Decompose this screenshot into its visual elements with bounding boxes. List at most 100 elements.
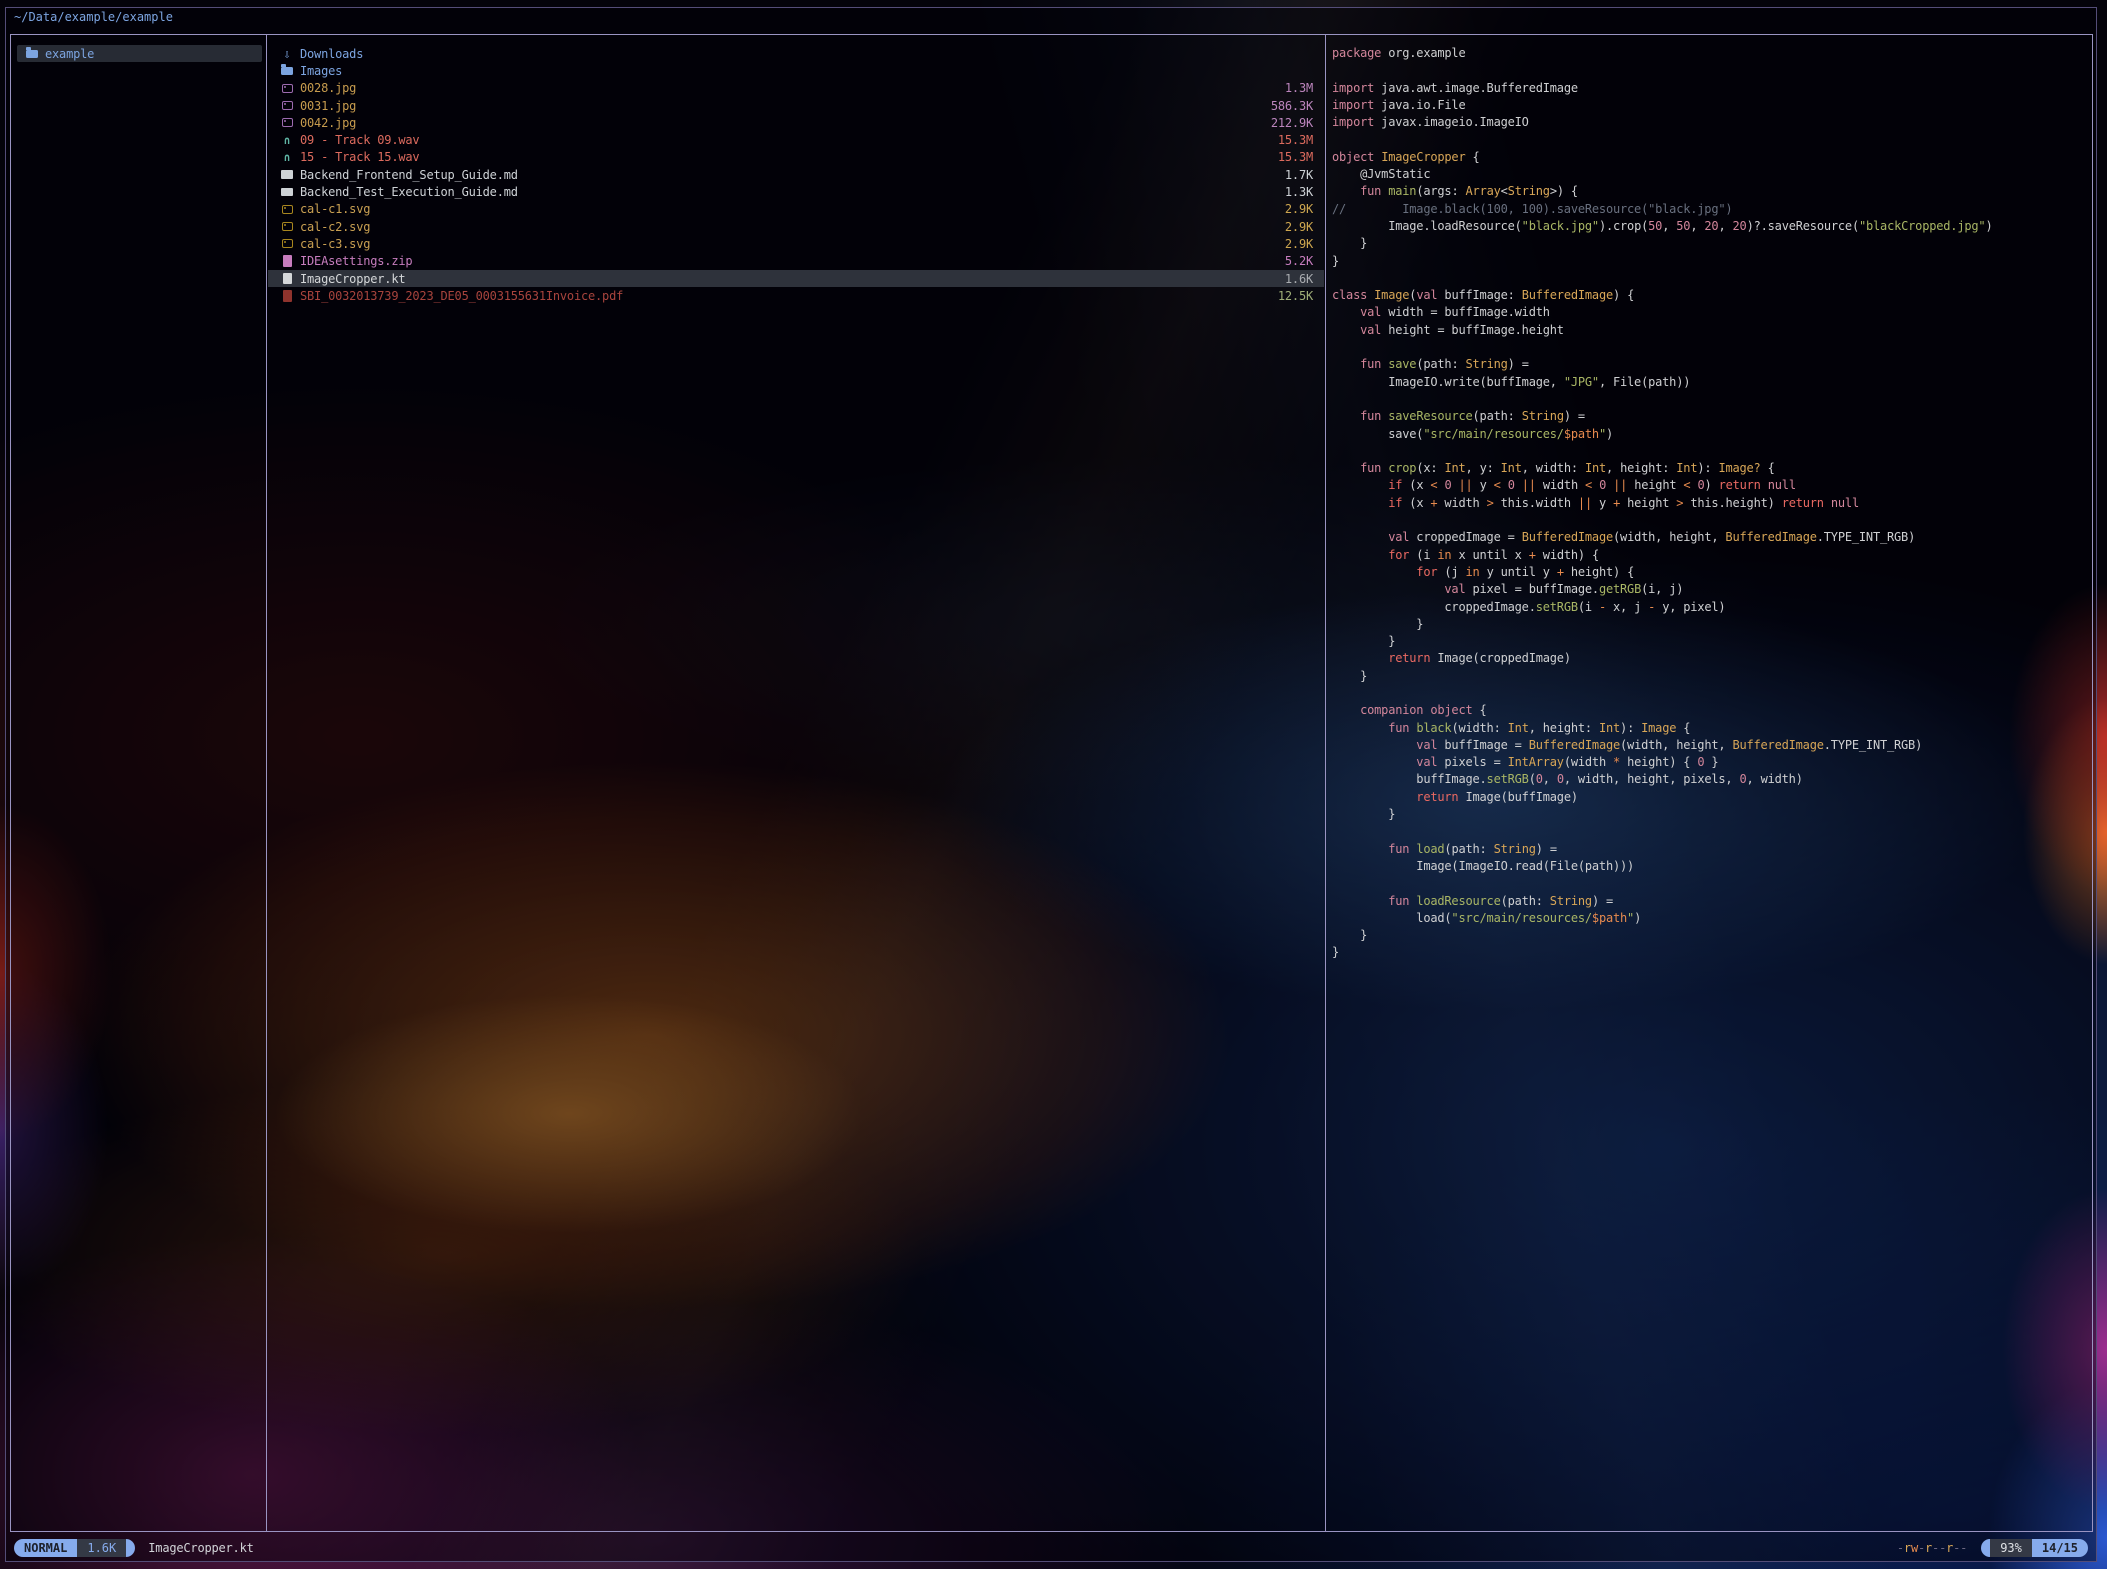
- file-row[interactable]: Backend_Frontend_Setup_Guide.md 1.7K: [268, 166, 1324, 183]
- code-line: fun black(width: Int, height: Int): Imag…: [1332, 720, 2092, 737]
- file-permissions: -rw-r--r--: [1897, 1541, 1967, 1555]
- code-line: fun loadResource(path: String) =: [1332, 893, 2092, 910]
- file-row[interactable]: ⇩Downloads: [268, 45, 1324, 62]
- status-left: NORMAL 1.6K ImageCropper.kt: [14, 1539, 254, 1557]
- file-size: 1.3K: [1285, 185, 1313, 199]
- file-row[interactable]: ∩09 - Track 09.wav15.3M: [268, 131, 1324, 148]
- file-name: IDEAsettings.zip: [300, 254, 1277, 268]
- code-line: object ImageCropper {: [1332, 149, 2092, 166]
- image-icon: [280, 99, 294, 113]
- status-right: -rw-r--r-- 93% 14/15: [1897, 1539, 2088, 1557]
- file-size: 15.3M: [1278, 133, 1313, 147]
- file-name: 15 - Track 15.wav: [300, 150, 1270, 164]
- file-name: SBI_0032013739_2023_DE05_0003155631Invoi…: [300, 289, 1270, 303]
- scroll-percent: 93%: [1990, 1539, 2032, 1557]
- parent-directory-pane: example: [11, 35, 267, 1531]
- md-icon: [280, 168, 294, 182]
- code-line: for (i in x until x + width) {: [1332, 547, 2092, 564]
- code-line: [1332, 443, 2092, 460]
- current-path: ~/Data/example/example: [14, 10, 173, 24]
- file-list-pane: ⇩Downloads Images 0028.jpg1.3M 0031.jpg 586.…: [268, 35, 1324, 1531]
- file-name: Downloads: [300, 47, 1313, 61]
- file-row[interactable]: example: [17, 45, 262, 62]
- file-name: 0031.jpg: [300, 99, 1263, 113]
- preview-pane[interactable]: package org.example import java.awt.imag…: [1325, 35, 2092, 1531]
- code-line: }: [1332, 927, 2092, 944]
- file-row[interactable]: cal-c2.svg 2.9K: [268, 218, 1324, 235]
- file-name: cal-c3.svg: [300, 237, 1277, 251]
- file-name: cal-c2.svg: [300, 220, 1277, 234]
- code-line: return Image(croppedImage): [1332, 650, 2092, 667]
- code-line: [1332, 685, 2092, 702]
- file-size: 1.7K: [1285, 168, 1313, 182]
- file-row[interactable]: cal-c3.svg2.9K: [268, 235, 1324, 252]
- file-size: 586.3K: [1271, 99, 1313, 113]
- file-size: 12.5K: [1278, 289, 1313, 303]
- code-line: Image(ImageIO.read(File(path))): [1332, 858, 2092, 875]
- image-icon: [280, 237, 294, 251]
- code-line: companion object {: [1332, 702, 2092, 719]
- file-row[interactable]: Images: [268, 62, 1324, 79]
- file-row[interactable]: 0042.jpg212.9K: [268, 114, 1324, 131]
- file-row[interactable]: 0031.jpg 586.3K: [268, 97, 1324, 114]
- code-line: [1332, 512, 2092, 529]
- image-icon: [280, 202, 294, 216]
- folder-icon: [280, 64, 294, 78]
- file-row[interactable]: ImageCropper.kt1.6K: [268, 270, 1324, 287]
- file-name: Backend_Frontend_Setup_Guide.md: [300, 168, 1277, 182]
- desktop: { "title_bar": { "path": "~/Data/example…: [0, 0, 2107, 1569]
- cursor-position: 14/15: [2032, 1539, 2088, 1557]
- file-name: Images: [300, 64, 1313, 78]
- code-line: save("src/main/resources/$path"): [1332, 426, 2092, 443]
- code-line: for (j in y until y + height) {: [1332, 564, 2092, 581]
- code-line: [1332, 270, 2092, 287]
- code-preview: package org.example import java.awt.imag…: [1326, 35, 2092, 962]
- file-icon: [280, 289, 294, 303]
- file-row[interactable]: cal-c1.svg2.9K: [268, 201, 1324, 218]
- code-line: }: [1332, 235, 2092, 252]
- code-line: [1332, 875, 2092, 892]
- file-size-badge: 1.6K: [77, 1539, 126, 1557]
- status-bar: NORMAL 1.6K ImageCropper.kt -rw-r--r-- 9…: [14, 1538, 2088, 1557]
- file-name: 0028.jpg: [300, 81, 1277, 95]
- code-line: }: [1332, 616, 2092, 633]
- code-line: import java.awt.image.BufferedImage: [1332, 80, 2092, 97]
- folder-icon: [25, 47, 39, 61]
- audio-icon: ∩: [280, 150, 294, 164]
- file-name: ImageCropper.kt: [300, 272, 1277, 286]
- code-line: }: [1332, 806, 2092, 823]
- file-row[interactable]: 0028.jpg1.3M: [268, 80, 1324, 97]
- image-icon: [280, 220, 294, 234]
- status-filename: ImageCropper.kt: [148, 1541, 253, 1555]
- terminal-window: ~/Data/example/example example ⇩Download…: [5, 7, 2097, 1562]
- code-line: [1332, 62, 2092, 79]
- code-line: if (x + width > this.width || y + height…: [1332, 495, 2092, 512]
- code-line: package org.example: [1332, 45, 2092, 62]
- file-icon: [280, 272, 294, 286]
- code-line: load("src/main/resources/$path"): [1332, 910, 2092, 927]
- code-line: [1332, 391, 2092, 408]
- code-line: val pixels = IntArray(width * height) { …: [1332, 754, 2092, 771]
- file-row[interactable]: Backend_Test_Execution_Guide.md1.3K: [268, 183, 1324, 200]
- code-line: val croppedImage = BufferedImage(width, …: [1332, 529, 2092, 546]
- file-size: 2.9K: [1285, 220, 1313, 234]
- md-icon: [280, 185, 294, 199]
- file-size: 5.2K: [1285, 254, 1313, 268]
- file-size: 15.3M: [1278, 150, 1313, 164]
- file-row[interactable]: SBI_0032013739_2023_DE05_0003155631Invoi…: [268, 287, 1324, 304]
- code-line: [1332, 339, 2092, 356]
- file-row[interactable]: ∩ 15 - Track 15.wav 15.3M: [268, 149, 1324, 166]
- code-line: fun crop(x: Int, y: Int, width: Int, hei…: [1332, 460, 2092, 477]
- code-line: class Image(val buffImage: BufferedImage…: [1332, 287, 2092, 304]
- code-line: // Image.black(100, 100).saveResource("b…: [1332, 201, 2092, 218]
- code-line: fun load(path: String) =: [1332, 841, 2092, 858]
- code-line: import javax.imageio.ImageIO: [1332, 114, 2092, 131]
- code-line: import java.io.File: [1332, 97, 2092, 114]
- image-icon: [280, 81, 294, 95]
- code-line: ImageIO.write(buffImage, "JPG", File(pat…: [1332, 374, 2092, 391]
- code-line: if (x < 0 || y < 0 || width < 0 || heigh…: [1332, 477, 2092, 494]
- file-row[interactable]: IDEAsettings.zip 5.2K: [268, 253, 1324, 270]
- audio-icon: ∩: [280, 133, 294, 147]
- image-icon: [280, 116, 294, 130]
- code-line: [1332, 131, 2092, 148]
